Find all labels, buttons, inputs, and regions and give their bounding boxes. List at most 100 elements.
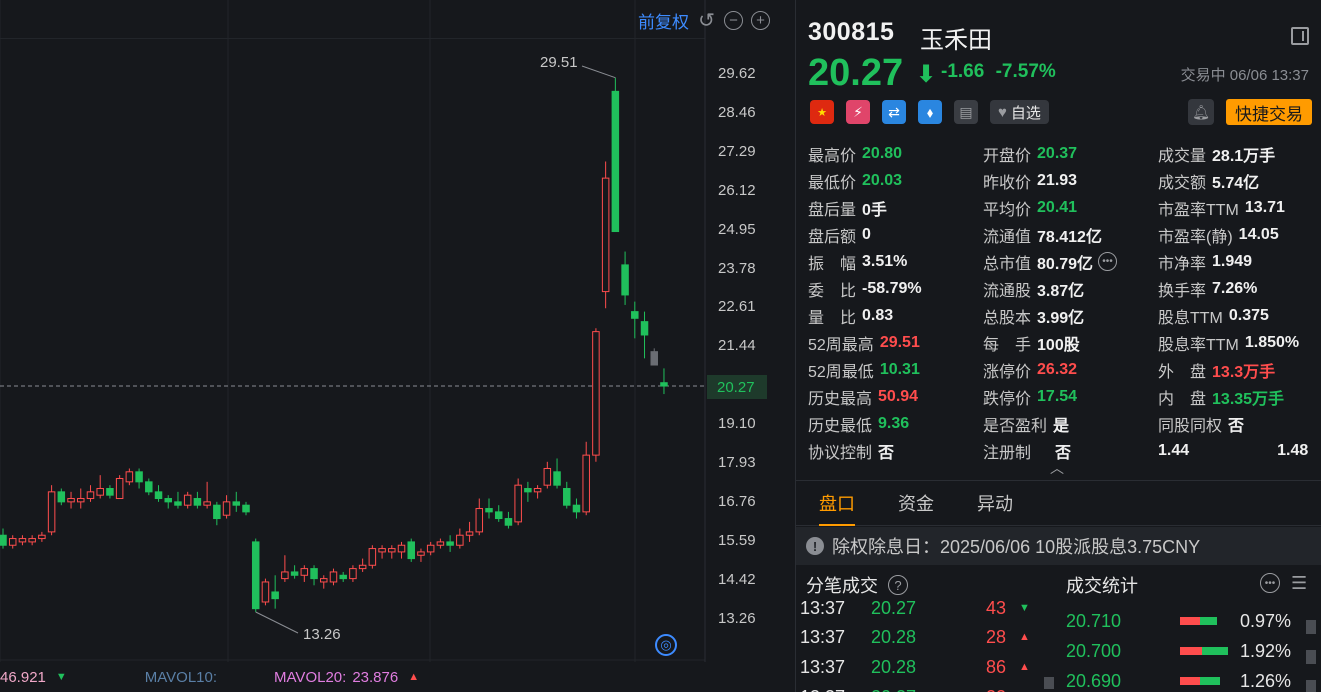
candle-body <box>514 484 522 523</box>
stat-col2-2: 平均价 20.41 <box>983 194 1077 221</box>
stat-col3-6: 股息TTM 0.375 <box>1158 302 1269 329</box>
quick-trade-button[interactable]: 快捷交易 <box>1226 99 1312 125</box>
tab-orderbook[interactable]: 盘口 <box>819 480 855 526</box>
stat-label: 股息率TTM <box>1158 336 1239 354</box>
volstat-percent: 1.26% <box>1240 670 1292 691</box>
stat-col2-9: 跌停价 17.54 <box>983 383 1077 410</box>
ticks-scrollbar[interactable] <box>1044 677 1054 689</box>
candle-body <box>28 538 36 543</box>
stat-col3-4: 市净率 1.949 <box>1158 248 1252 275</box>
stat-value: 26.32 <box>1037 360 1078 378</box>
stat-label: 52周最高 <box>808 336 874 354</box>
candle-body <box>378 548 386 553</box>
candle-body <box>86 491 95 500</box>
collapse-chevron-icon[interactable]: ︿ <box>1050 458 1064 478</box>
volstats-scrollbar[interactable] <box>1306 620 1316 634</box>
stat-value: 13.3万手 <box>1212 363 1276 381</box>
stat-label: 1.44 <box>1158 441 1190 459</box>
stat-label: 是否盈利 <box>983 417 1048 435</box>
stat-label: 52周最低 <box>808 363 874 381</box>
alert-bell-icon[interactable]: 🔔︎ <box>1188 99 1214 125</box>
ticks-section-title: 分笔成交 ? <box>806 572 908 598</box>
candle-body <box>611 90 620 233</box>
add-watchlist-label: 自选 <box>1010 104 1041 122</box>
list-view-icon[interactable]: ☰ <box>1291 573 1307 594</box>
stat-value: 3.99亿 <box>1037 309 1085 327</box>
volstat-price: 20.710 <box>1066 610 1122 631</box>
stat-label: 市盈率(静) <box>1158 228 1233 246</box>
price-tick-label: 24.95 <box>718 220 756 238</box>
candle-body <box>650 351 658 366</box>
stat-label: 市盈率TTM <box>1158 201 1239 219</box>
candle-body <box>543 467 552 486</box>
candle-body <box>582 454 590 513</box>
candle-body <box>494 511 503 520</box>
lightning-icon[interactable]: ⚡ <box>846 100 870 124</box>
stat-label: 外 盘 <box>1158 363 1207 381</box>
help-icon[interactable]: ? <box>888 575 908 595</box>
volstat-sell-bar <box>1180 647 1202 655</box>
stat-label: 历史最高 <box>808 390 873 408</box>
price-tick-label: 22.61 <box>718 298 756 316</box>
stat-value: 17.54 <box>1037 387 1078 405</box>
stat-col3-11: 1.44 1.48 <box>1158 437 1308 464</box>
stat-label: 成交额 <box>1158 174 1207 192</box>
stat-value: 10.31 <box>879 360 920 378</box>
tick-time: 13:37 <box>800 656 846 677</box>
stat-col3-2: 市盈率TTM 13.71 <box>1158 194 1285 221</box>
candle-body <box>135 471 143 483</box>
candle-body <box>397 544 406 553</box>
candle-body <box>456 534 464 546</box>
tag-icon[interactable]: ⬧ <box>918 100 942 124</box>
tick-price: 20.27 <box>871 687 916 692</box>
candle-body <box>300 568 309 576</box>
price-tick-label: 17.93 <box>718 454 756 471</box>
kline-chart-pane[interactable]: 前复权 ↺ − + 29.62 28.46 27.29 26.12 24.95 23.78… <box>0 0 795 692</box>
candle-body <box>446 541 454 546</box>
stat-label: 流通股 <box>983 282 1032 300</box>
tab-events[interactable]: 异动 <box>977 480 1013 526</box>
zoom-out-icon[interactable]: − <box>724 11 743 30</box>
candle-body <box>251 541 260 610</box>
layout-toggle-icon[interactable] <box>1291 27 1309 45</box>
zoom-in-icon[interactable]: + <box>751 11 770 30</box>
stat-label: 注册制 <box>983 444 1032 462</box>
tick-row: 13:3720.2722▼ <box>796 682 1054 692</box>
stat-value: 20.37 <box>1037 144 1078 162</box>
price-tick-label: 14.42 <box>718 570 756 588</box>
candle-body <box>222 501 231 516</box>
adjust-mode-button[interactable]: 前复权 <box>638 8 689 33</box>
tick-list[interactable]: 13:3720.2743▼13:3720.2828▲13:3720.2886▲1… <box>796 596 1054 692</box>
down-arrow-icon: ⬇ <box>916 61 937 88</box>
stat-value: 0手 <box>862 201 887 219</box>
volstat-row: 20.710 0.97% <box>1062 606 1321 636</box>
candle-body <box>47 491 56 533</box>
candle-body <box>232 501 241 506</box>
volstat-percent: 0.97% <box>1240 610 1292 631</box>
reset-icon[interactable]: ↺ <box>697 11 716 31</box>
volume-stats-list[interactable]: 20.710 0.97% 20.700 1.92% 20.690 1.26% <box>1062 606 1321 692</box>
market-cap-more-icon[interactable]: ••• <box>1098 252 1118 271</box>
stat-value: 13.71 <box>1244 198 1285 216</box>
stat-label: 总股本 <box>983 309 1032 327</box>
add-watchlist-button[interactable]: ♥ 自选 <box>990 100 1049 124</box>
candle-body <box>407 541 415 560</box>
stat-label: 同股同权 <box>1158 417 1223 435</box>
volume-down-icon: ▼ <box>55 671 67 683</box>
volume-indicator-bar: 46.921 ▼ MAVOL10: MAVOL20: 23.876 ▲ <box>0 662 705 692</box>
candle-body <box>115 477 124 500</box>
candle-body <box>533 488 542 493</box>
stat-label: 每 手 <box>983 336 1032 354</box>
volstat-price: 20.700 <box>1066 640 1122 661</box>
candle-body <box>320 578 328 583</box>
stat-label: 平均价 <box>983 201 1032 219</box>
kline-chart[interactable] <box>0 0 795 662</box>
note-icon[interactable]: ▤ <box>954 100 978 124</box>
tab-capital[interactable]: 资金 <box>898 480 934 526</box>
badge-row: ★ ⚡ ⇄ ⬧ ▤ ♥ 自选 <box>810 100 1049 124</box>
stat-label: 换手率 <box>1158 282 1207 300</box>
stat-label: 成交量 <box>1158 147 1207 165</box>
shuffle-icon[interactable]: ⇄ <box>882 100 906 124</box>
locate-target-icon[interactable]: ◎ <box>655 634 677 656</box>
more-options-icon[interactable]: ••• <box>1260 573 1280 593</box>
